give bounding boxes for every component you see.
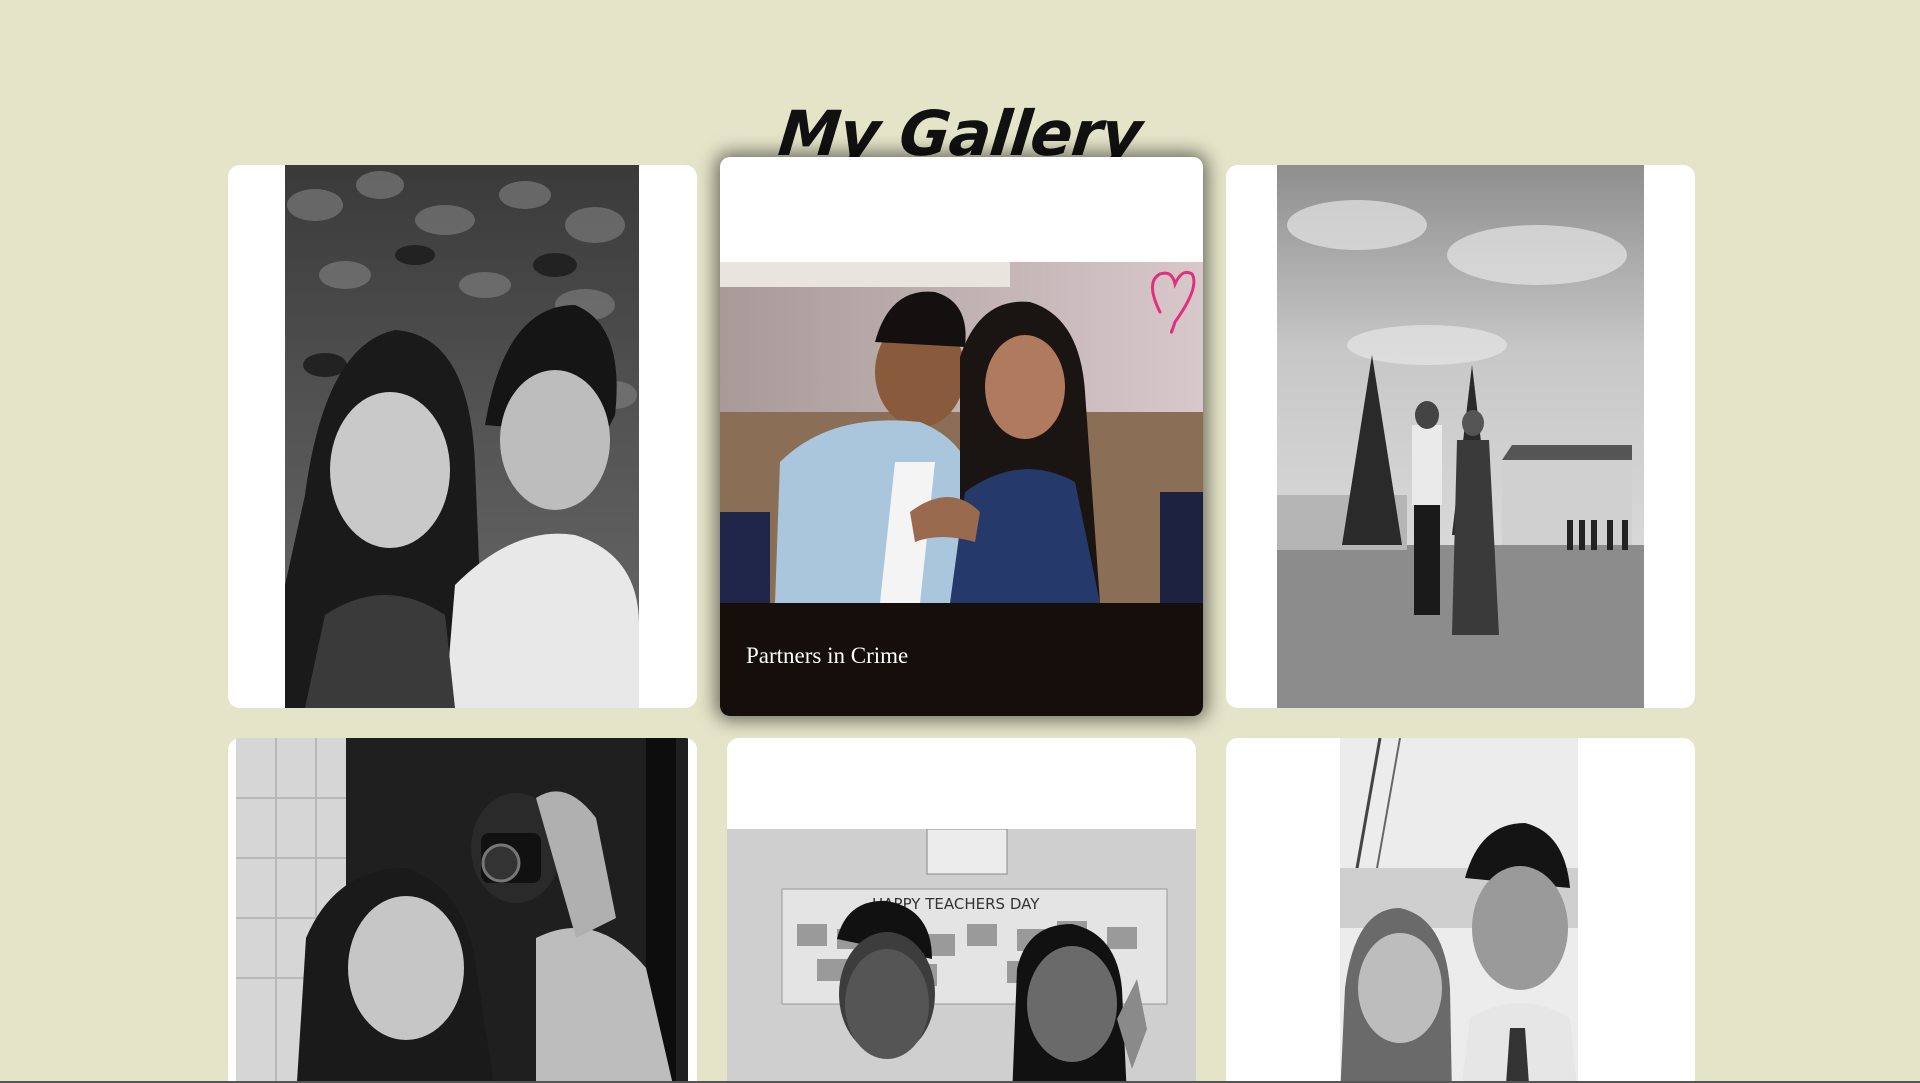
gallery-photo-3: [1277, 165, 1644, 708]
gallery-photo-2: [720, 262, 1203, 603]
gallery-card-5[interactable]: HAPPY TEACHERS DAY: [727, 738, 1196, 1083]
gallery-photo-5: HAPPY TEACHERS DAY: [727, 829, 1196, 1083]
gallery-photo-1: [285, 165, 639, 708]
gallery-card-6[interactable]: [1226, 738, 1695, 1083]
caption-bar: Partners in Crime: [720, 603, 1203, 716]
gallery-photo-4: [236, 738, 688, 1083]
photo-caption: Partners in Crime: [746, 643, 909, 668]
gallery-photo-6: [1340, 738, 1578, 1083]
gallery-card-1[interactable]: [228, 165, 697, 708]
gallery-card-2[interactable]: Partners in Crime: [720, 157, 1203, 716]
gallery-card-4[interactable]: [228, 738, 697, 1083]
gallery-card-3[interactable]: [1226, 165, 1695, 708]
gallery-page: My Gallery Partners in Crime HAPPY TEACH…: [0, 0, 1920, 1083]
